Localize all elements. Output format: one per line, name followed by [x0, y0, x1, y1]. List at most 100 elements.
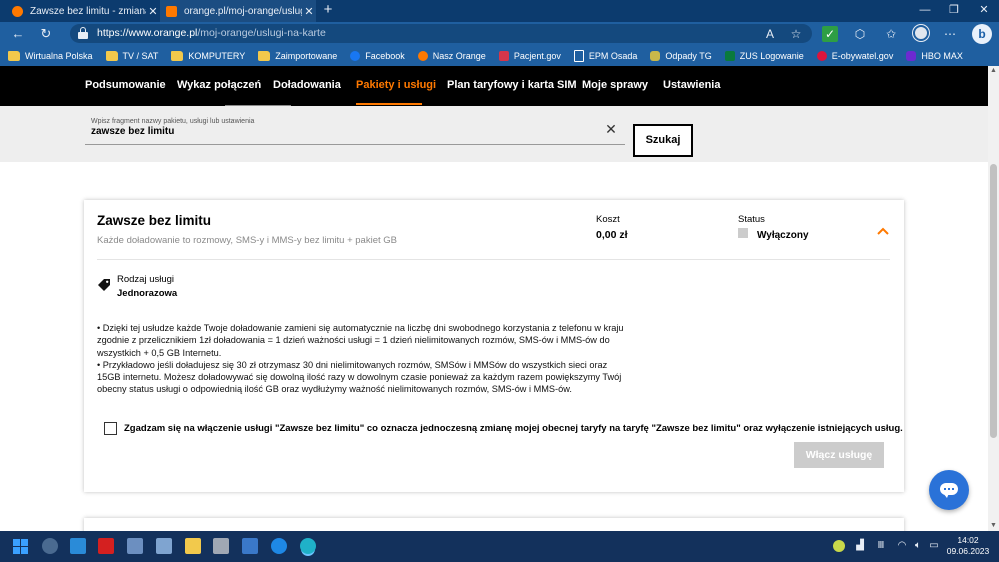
next-service-card — [84, 518, 904, 531]
nav-plan-taryfowy[interactable]: Plan taryfowy i karta SIM — [447, 79, 577, 91]
store-icon[interactable] — [70, 538, 86, 554]
consent-label: Zgadzam się na włączenie usługi "Zawsze … — [124, 423, 903, 434]
eagle-icon — [816, 50, 827, 61]
cost-label: Koszt — [596, 214, 620, 225]
description-paragraph: • Przykładowo jeśli doładujesz się 30 zł… — [97, 359, 622, 395]
extensions-icon[interactable]: ⬡ — [852, 26, 868, 42]
facebook-icon — [350, 50, 361, 61]
orange-favicon-icon — [166, 5, 177, 17]
scanner-icon[interactable] — [213, 538, 229, 554]
tag-icon — [98, 279, 110, 291]
scroll-up-icon[interactable]: ▲ — [988, 66, 999, 76]
settings-gear-icon[interactable] — [42, 538, 58, 554]
read-aloud-icon[interactable]: A — [762, 26, 778, 42]
browser-tab-bar: Zawsze bez limitu - zmiana taryf... ✕ or… — [0, 0, 999, 22]
chevron-up-icon[interactable] — [876, 224, 890, 238]
nav-podsumowanie[interactable]: Podsumowanie — [85, 79, 166, 91]
close-window-icon[interactable]: ✕ — [974, 3, 994, 17]
address-bar-row: ← ↻ https://www.orange.pl/moj-orange/usl… — [0, 22, 999, 45]
bookmark-e-obywatel[interactable]: E-obywatel.gov — [816, 50, 893, 61]
back-arrow-icon[interactable]: ← — [10, 26, 26, 42]
tab-title: orange.pl/moj-orange/uslugi-na-... — [184, 5, 302, 17]
bookmark-wirtualna-polska[interactable]: Wirtualna Polska — [8, 50, 93, 61]
bookmarks-bar: Wirtualna Polska TV / SAT KOMPUTERY Zaim… — [0, 45, 999, 66]
active-nav-indicator — [356, 103, 422, 105]
search-field[interactable]: Wpisz fragment nazwy pakietu, usługi lub… — [85, 116, 625, 145]
scroll-down-icon[interactable]: ▼ — [988, 521, 999, 531]
nav-ustawienia[interactable]: Ustawienia — [663, 79, 720, 91]
cost-value: 0,00 zł — [596, 229, 628, 241]
folder-icon — [171, 50, 184, 61]
restore-icon[interactable]: ❐ — [944, 3, 964, 17]
more-menu-icon[interactable]: ⋯ — [942, 26, 958, 42]
network-app-icon[interactable] — [156, 538, 172, 554]
wifi-icon[interactable]: ◠ — [896, 540, 908, 552]
tray-app-icon[interactable] — [833, 540, 845, 552]
clock-date: 09.06.2023 — [946, 546, 990, 556]
page-scrollbar[interactable]: ▲ ▼ — [988, 66, 999, 531]
app-icon[interactable] — [127, 538, 143, 554]
plus-icon[interactable]: + — [320, 2, 336, 18]
profile-avatar[interactable] — [913, 25, 929, 41]
enable-service-button[interactable]: Włącz usługę — [794, 442, 884, 468]
extension-check-icon[interactable]: ✓ — [822, 26, 838, 42]
hbo-icon — [906, 50, 917, 61]
service-type-label: Rodzaj usługi — [117, 274, 175, 285]
volume-icon[interactable]: 🔈︎ — [912, 540, 924, 552]
bookmark-epm-osada[interactable]: EPM Osada — [573, 49, 637, 62]
url-field[interactable]: https://www.orange.pl/moj-orange/uslugi-… — [70, 24, 812, 43]
bookmark-odpady-tg[interactable]: Odpady TG — [650, 50, 712, 61]
search-band: Wpisz fragment nazwy pakietu, usługi lub… — [0, 106, 988, 162]
bookmark-nasz-orange[interactable]: Nasz Orange — [417, 50, 486, 61]
search-input[interactable] — [91, 126, 591, 137]
chat-dots — [944, 488, 954, 490]
file-explorer-icon[interactable] — [185, 538, 201, 554]
chat-button[interactable] — [929, 470, 969, 510]
status-label: Status — [738, 214, 765, 225]
close-tab-icon[interactable]: ✕ — [302, 5, 316, 18]
search-button[interactable]: Szukaj — [633, 124, 693, 157]
close-tab-icon[interactable]: ✕ — [146, 5, 160, 18]
bookmark-tv-sat[interactable]: TV / SAT — [105, 50, 158, 61]
service-type-value: Jednorazowa — [117, 288, 178, 299]
bookmark-zus[interactable]: ZUS Logowanie — [724, 50, 804, 61]
clear-search-icon[interactable]: ✕ — [604, 122, 618, 136]
system-clock[interactable]: 14:02 09.06.2023 — [944, 535, 992, 557]
tray-drive-icon[interactable]: ▟ — [854, 540, 866, 552]
odpady-icon — [650, 50, 661, 61]
messenger-icon[interactable] — [271, 538, 287, 554]
nav-pakiety-i-uslugi[interactable]: Pakiety i usługi — [356, 79, 436, 91]
bookmark-komputery[interactable]: KOMPUTERY — [171, 50, 245, 61]
bookmark-facebook[interactable]: Facebook — [350, 50, 405, 61]
main-nav: Podsumowanie Wykaz połączeń Doładowania … — [0, 66, 988, 107]
favorite-star-icon[interactable]: ☆ — [788, 26, 804, 42]
orange-icon — [417, 50, 428, 61]
browser-tab-1[interactable]: Zawsze bez limitu - zmiana taryf... ✕ — [6, 0, 160, 22]
bing-copilot-icon[interactable]: b — [972, 24, 992, 44]
windows-taskbar: ▟ Ⅲ ◠ 🔈︎ ▭ 14:02 09.06.2023 — [0, 531, 999, 562]
nav-wykaz-polaczen[interactable]: Wykaz połączeń — [177, 79, 261, 91]
zus-icon — [724, 50, 735, 61]
bookmark-zaimportowane[interactable]: Zaimportowane — [258, 50, 337, 61]
bookmark-pacjent[interactable]: Pacjent.gov — [498, 50, 561, 61]
consent-checkbox[interactable] — [104, 422, 117, 435]
refresh-icon[interactable]: ↻ — [38, 26, 54, 42]
windows-start-icon[interactable] — [13, 539, 28, 554]
minimize-icon[interactable]: — — [915, 3, 935, 17]
bookmark-hbo-max[interactable]: HBO MAX — [906, 50, 963, 61]
battery-icon[interactable]: ▭ — [928, 540, 940, 552]
service-subtitle: Każde doładowanie to rozmowy, SMS-y i MM… — [97, 235, 397, 246]
service-description: • Dzięki tej usłudze każde Twoje doładow… — [97, 322, 627, 396]
search-label: Wpisz fragment nazwy pakietu, usługi lub… — [91, 118, 255, 125]
media-icon[interactable] — [242, 538, 258, 554]
document-icon — [573, 49, 584, 62]
tray-sound-level-icon[interactable]: Ⅲ — [875, 540, 887, 552]
edge-browser-icon[interactable] — [300, 538, 316, 554]
folder-icon — [258, 50, 271, 61]
scrollbar-thumb[interactable] — [990, 164, 997, 438]
favorites-icon[interactable]: ✩ — [883, 26, 899, 42]
nav-moje-sprawy[interactable]: Moje sprawy — [582, 79, 648, 91]
adobe-icon[interactable] — [98, 538, 114, 554]
nav-doladowania[interactable]: Doładowania — [273, 79, 341, 91]
browser-tab-2[interactable]: orange.pl/moj-orange/uslugi-na-... ✕ — [160, 0, 316, 22]
